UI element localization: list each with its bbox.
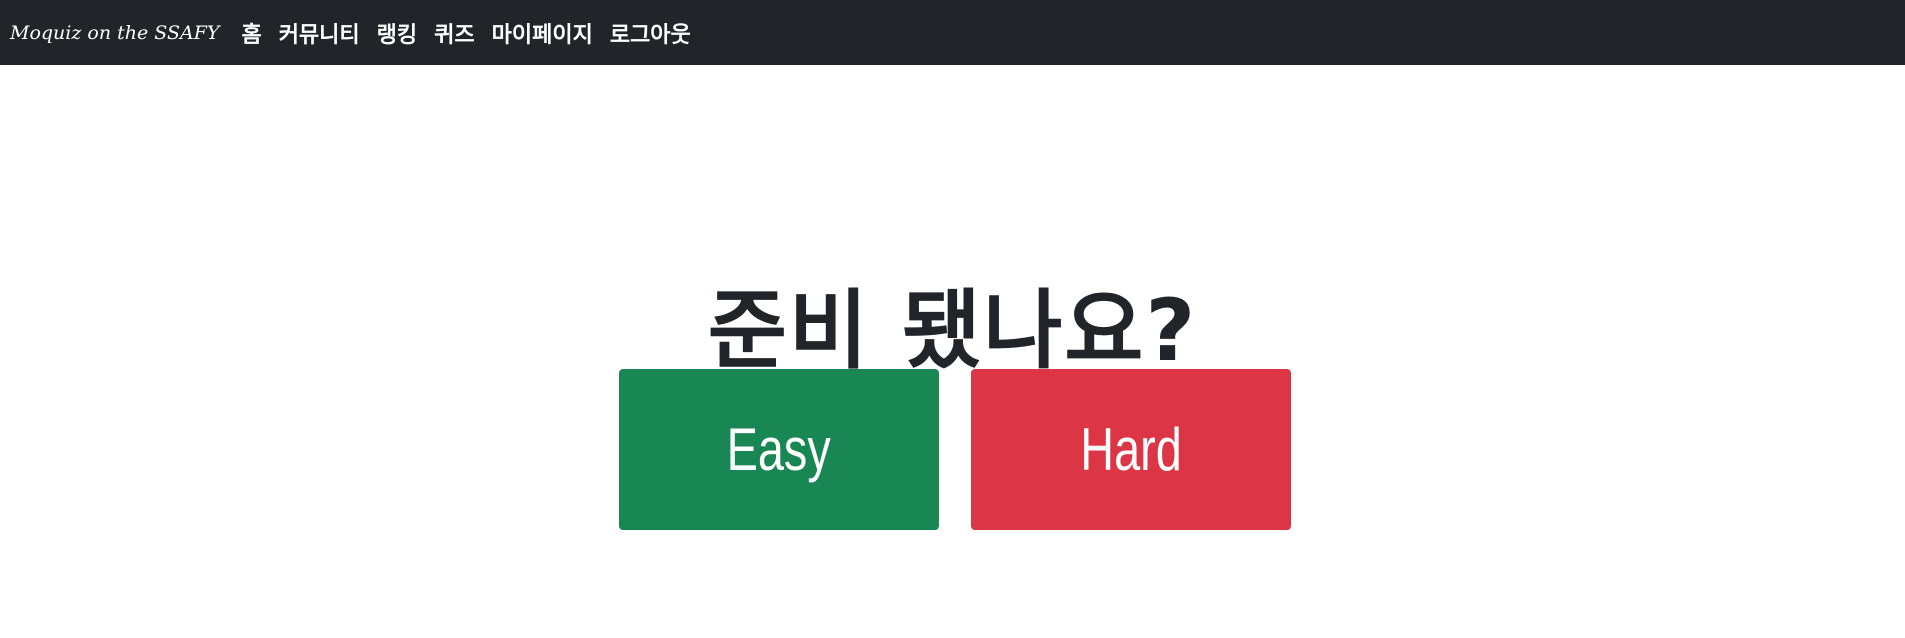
- hard-button[interactable]: Hard: [971, 369, 1291, 530]
- nav-link-ranking[interactable]: 랭킹: [377, 17, 417, 49]
- nav-link-home[interactable]: 홈: [241, 17, 261, 49]
- nav-link-mypage[interactable]: 마이페이지: [492, 17, 593, 49]
- quiz-start-section: 준비 됐나요? Easy Hard: [0, 65, 1905, 638]
- top-navbar: Moquiz on the SSAFY 홈 커뮤니티 랭킹 퀴즈 마이페이지 로…: [0, 0, 1905, 65]
- nav-link-quiz[interactable]: 퀴즈: [434, 17, 474, 49]
- easy-button-label: Easy: [726, 416, 832, 483]
- nav-link-logout[interactable]: 로그아웃: [610, 17, 691, 49]
- brand-logo[interactable]: Moquiz on the SSAFY: [10, 22, 219, 44]
- hard-button-label: Hard: [1080, 416, 1182, 483]
- easy-button[interactable]: Easy: [619, 369, 939, 530]
- nav-link-community[interactable]: 커뮤니티: [279, 17, 360, 49]
- page-title: 준비 됐나요?: [707, 280, 1198, 381]
